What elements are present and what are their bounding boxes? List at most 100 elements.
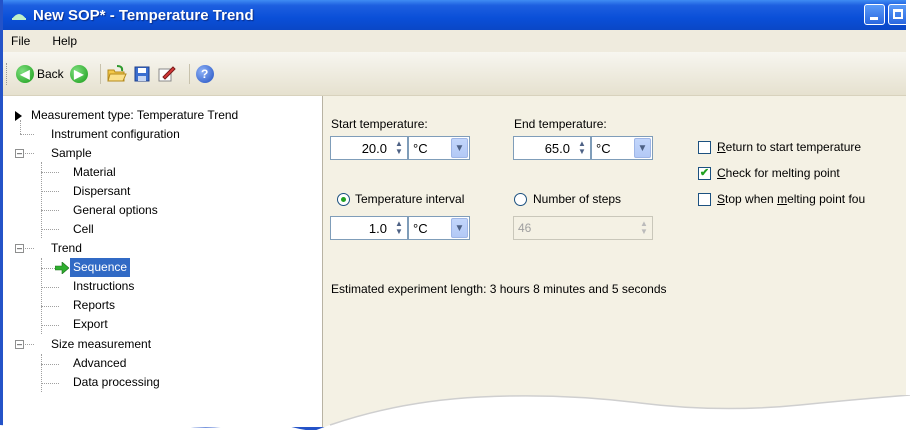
tree-connector [41, 383, 59, 384]
arrow-right-icon [15, 111, 22, 121]
end-unit-select[interactable]: °C ▼ [591, 136, 653, 160]
tree-connector [41, 162, 42, 238]
tree-connector [41, 364, 59, 365]
return-to-start-checkbox[interactable] [698, 141, 711, 154]
open-button[interactable] [107, 64, 127, 83]
tree-item-instructions[interactable]: Instructions [73, 277, 134, 296]
tree-item-measurement-type[interactable]: Measurement type: Temperature Trend [31, 106, 238, 125]
tree-item-dispersant[interactable]: Dispersant [73, 182, 130, 201]
title-bar[interactable]: New SOP* - Temperature Trend [3, 0, 906, 30]
spinner-icon[interactable]: ▲ ▼ [391, 218, 407, 238]
toolbar-grip[interactable] [6, 62, 10, 85]
tree-connector [41, 306, 59, 307]
number-of-steps-label[interactable]: Number of steps [533, 192, 621, 206]
save-button[interactable] [133, 65, 151, 83]
return-to-start-label[interactable]: Return to start temperature [717, 140, 861, 154]
end-temperature-input[interactable]: 65.0 ▲ ▼ [513, 136, 591, 160]
interval-unit-value: °C [413, 220, 428, 236]
tree-item-trend[interactable]: Trend [51, 239, 82, 258]
menu-help[interactable]: Help [52, 34, 77, 48]
menu-file[interactable]: File [11, 34, 30, 48]
help-button[interactable]: ? [195, 64, 214, 83]
chevron-down-icon[interactable]: ▼ [451, 218, 468, 238]
toolbar-separator [99, 63, 101, 84]
forward-arrow-icon: ▶ [69, 64, 88, 83]
temperature-interval-value: 1.0 [368, 220, 387, 236]
check-melting-point-label[interactable]: Check for melting point [717, 166, 840, 180]
sequence-panel: Start temperature: 20.0 ▲ ▼ °C ▼ End temp… [323, 96, 906, 427]
start-unit-value: °C [413, 140, 428, 156]
tree-item-export[interactable]: Export [73, 315, 108, 334]
tree-connector [41, 210, 59, 211]
number-of-steps-input: 46 ▲ ▼ [513, 216, 653, 240]
tree-connector [41, 287, 59, 288]
app-logo-icon [12, 14, 26, 20]
maximize-button[interactable] [888, 4, 906, 25]
menu-bar: File Help [3, 30, 906, 52]
spinner-icon: ▲ ▼ [640, 219, 648, 236]
tree-connector [41, 172, 59, 173]
estimated-length-text: Estimated experiment length: 3 hours 8 m… [331, 282, 667, 296]
tree-connector [25, 248, 34, 249]
toolbar-separator [188, 63, 190, 84]
end-temperature-label: End temperature: [514, 117, 607, 131]
tree-item-cell[interactable]: Cell [73, 220, 94, 239]
tree-connector [41, 354, 42, 392]
tree-connector [25, 153, 34, 154]
tree-connector [41, 229, 59, 230]
stop-when-melting-label[interactable]: Stop when melting point fou [717, 192, 865, 206]
tree-connector [25, 344, 34, 345]
chevron-down-icon[interactable]: ▼ [451, 138, 468, 158]
tree-item-sequence[interactable]: Sequence [70, 258, 131, 277]
tree-connector [20, 120, 21, 134]
spinner-icon[interactable]: ▲ ▼ [391, 138, 407, 158]
tree-item-instrument-configuration[interactable]: Instrument configuration [51, 125, 180, 144]
navigation-tree: Measurement type: Temperature Trend Inst… [3, 96, 323, 427]
temperature-interval-radio[interactable] [337, 193, 350, 206]
tree-item-sample[interactable]: Sample [51, 144, 92, 163]
back-label: Back [37, 66, 64, 81]
tree-item-size-measurement[interactable]: Size measurement [51, 335, 151, 354]
stop-when-melting-checkbox[interactable] [698, 193, 711, 206]
edit-button[interactable] [157, 65, 177, 83]
collapse-icon[interactable]: – [15, 149, 24, 158]
chevron-down-icon[interactable]: ▼ [634, 138, 651, 158]
torn-edge-shadow [0, 395, 910, 436]
minimize-button[interactable] [864, 4, 885, 25]
tree-item-advanced[interactable]: Advanced [73, 354, 126, 373]
temperature-interval-label[interactable]: Temperature interval [355, 192, 464, 206]
toolbar: ◀ Back ▶ ? [3, 52, 906, 96]
window-title: New SOP* - Temperature Trend [33, 6, 254, 24]
end-temperature-value: 65.0 [544, 140, 570, 156]
tree-item-reports[interactable]: Reports [73, 296, 115, 315]
edit-pencil-icon [158, 65, 176, 81]
tree-item-data-processing[interactable]: Data processing [73, 373, 160, 392]
spinner-icon[interactable]: ▲ ▼ [574, 138, 590, 158]
open-folder-icon [107, 64, 127, 81]
app-window: New SOP* - Temperature Trend File Help ◀… [0, 0, 906, 430]
forward-button[interactable]: ▶ [69, 64, 88, 83]
start-temperature-input[interactable]: 20.0 ▲ ▼ [330, 136, 408, 160]
tree-connector [20, 134, 34, 135]
tree-connector [41, 325, 59, 326]
back-arrow-icon: ◀ [16, 64, 34, 83]
temperature-interval-input[interactable]: 1.0 ▲ ▼ [330, 216, 408, 240]
interval-unit-select[interactable]: °C ▼ [408, 216, 470, 240]
tree-connector [41, 258, 42, 334]
tree-item-general-options[interactable]: General options [73, 201, 158, 220]
collapse-icon[interactable]: – [15, 340, 24, 349]
current-arrow-icon [55, 262, 69, 274]
save-disk-icon [134, 66, 150, 81]
end-unit-value: °C [596, 140, 611, 156]
collapse-icon[interactable]: – [15, 244, 24, 253]
number-of-steps-value: 46 [518, 221, 532, 235]
check-melting-point-checkbox[interactable]: ✔ [698, 167, 711, 180]
start-temperature-label: Start temperature: [331, 117, 428, 131]
back-button[interactable]: ◀ Back [16, 64, 64, 83]
number-of-steps-radio[interactable] [514, 193, 527, 206]
help-icon: ? [195, 64, 214, 83]
tree-item-material[interactable]: Material [73, 163, 116, 182]
tree-connector [41, 191, 59, 192]
start-temperature-value: 20.0 [361, 140, 387, 156]
start-unit-select[interactable]: °C ▼ [408, 136, 470, 160]
